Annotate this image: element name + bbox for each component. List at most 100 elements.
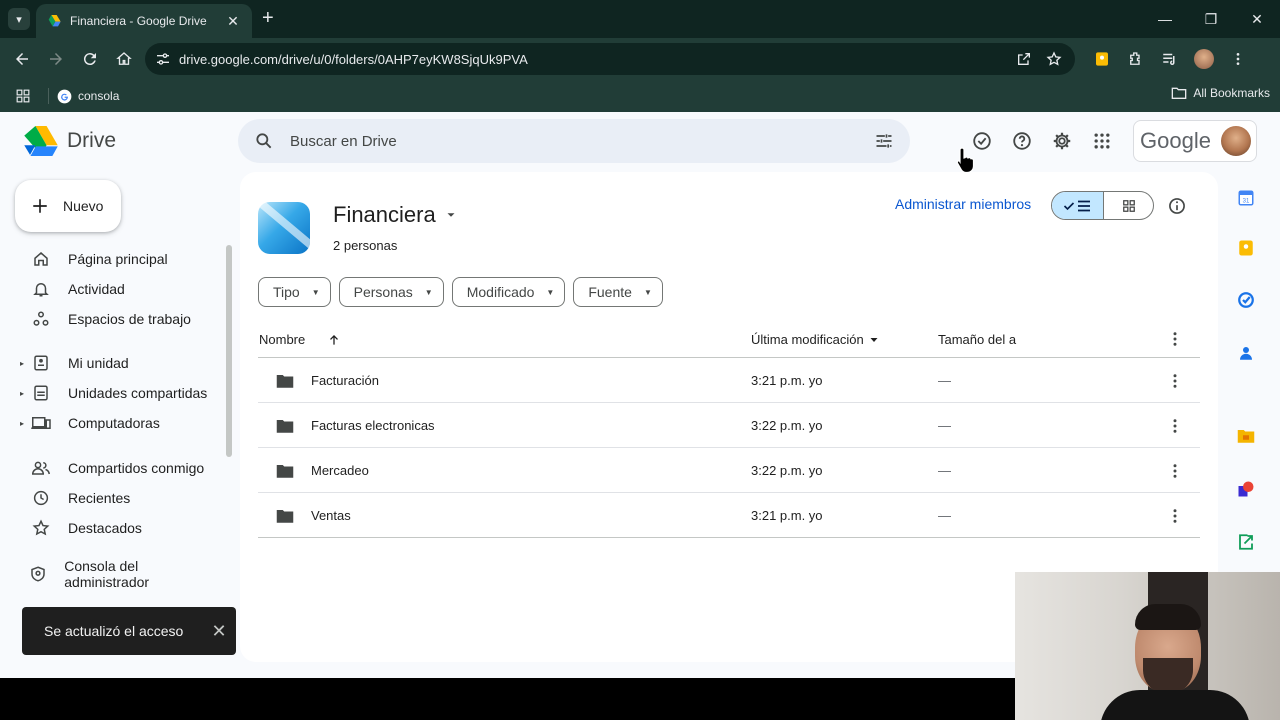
- extensions-icon[interactable]: [1119, 43, 1153, 75]
- minimize-icon[interactable]: —: [1142, 0, 1188, 38]
- filter-modified[interactable]: Modificado ▼: [451, 277, 566, 307]
- contacts-icon[interactable]: [1234, 341, 1258, 365]
- media-controls-icon[interactable]: [1153, 43, 1187, 75]
- table-row[interactable]: Facturación 3:21 p.m. yo —: [258, 358, 1200, 403]
- sidebar-item-label: Unidades compartidas: [68, 385, 208, 401]
- file-size: —: [938, 463, 951, 478]
- shared-drives-icon: [30, 384, 52, 402]
- row-more-icon[interactable]: [1167, 358, 1183, 403]
- shared-drive-badge: [258, 202, 310, 254]
- list-view-button[interactable]: [1052, 192, 1104, 219]
- file-modified: 3:21 p.m. yo: [751, 508, 823, 523]
- row-more-icon[interactable]: [1167, 493, 1183, 538]
- sidebar-item-my-drive[interactable]: ▸ Mi unidad: [20, 349, 220, 377]
- manage-members-link[interactable]: Administrar miembros: [895, 196, 1031, 212]
- column-options-icon[interactable]: [1167, 332, 1183, 346]
- webcam-person-hair: [1135, 604, 1201, 630]
- back-icon[interactable]: [6, 43, 38, 75]
- sidebar-item-label: Espacios de trabajo: [68, 311, 191, 327]
- folder-title-button[interactable]: Financiera: [333, 202, 458, 228]
- table-row[interactable]: Mercadeo 3:22 p.m. yo —: [258, 448, 1200, 493]
- row-more-icon[interactable]: [1167, 403, 1183, 448]
- filter-type[interactable]: Tipo ▼: [258, 277, 331, 307]
- browser-tab[interactable]: Financiera - Google Drive ✕: [36, 4, 252, 38]
- sidebar-scrollbar[interactable]: [226, 245, 232, 457]
- tab-search-button[interactable]: ▾: [8, 8, 30, 30]
- sort-arrow-up-icon[interactable]: [327, 333, 341, 347]
- sidebar-item-workspaces[interactable]: Espacios de trabajo: [20, 305, 220, 333]
- account-switcher[interactable]: Google: [1133, 120, 1257, 162]
- sidebar-item-computers[interactable]: ▸ Computadoras: [20, 409, 220, 437]
- column-modified[interactable]: Última modificación: [751, 332, 880, 347]
- sidebar-item-label: Recientes: [68, 490, 131, 506]
- addon-folder-icon[interactable]: [1234, 424, 1258, 448]
- addon-export-icon[interactable]: [1234, 530, 1258, 554]
- computer-icon: [30, 414, 52, 432]
- sidebar-item-starred[interactable]: Destacados: [20, 514, 220, 542]
- chrome-menu-icon[interactable]: [1221, 43, 1255, 75]
- site-info-icon[interactable]: [155, 51, 171, 67]
- bookmark-star-icon[interactable]: [1039, 51, 1069, 67]
- table-row[interactable]: Ventas 3:21 p.m. yo —: [258, 493, 1200, 538]
- sidebar-item-shared-with-me[interactable]: Compartidos conmigo: [20, 454, 220, 482]
- search-icon[interactable]: [254, 131, 274, 151]
- restore-icon[interactable]: ❐: [1188, 0, 1234, 38]
- search-bar[interactable]: Buscar en Drive: [238, 119, 910, 163]
- tab-close-icon[interactable]: ✕: [224, 13, 242, 30]
- account-avatar[interactable]: [1221, 126, 1251, 156]
- caret-down-icon: ▼: [311, 287, 320, 297]
- apps-grid-icon[interactable]: [6, 89, 40, 103]
- caret-down-icon: ▼: [546, 287, 555, 297]
- sidebar-item-activity[interactable]: Actividad: [20, 275, 220, 303]
- keep-extension-icon[interactable]: [1085, 43, 1119, 75]
- folder-outline-icon: [1171, 87, 1187, 99]
- google-apps-icon[interactable]: [1082, 121, 1122, 161]
- row-more-icon[interactable]: [1167, 448, 1183, 493]
- info-icon[interactable]: [1165, 194, 1189, 218]
- close-window-icon[interactable]: ✕: [1234, 0, 1280, 38]
- filter-people[interactable]: Personas ▼: [338, 277, 444, 307]
- drive-brand[interactable]: Drive: [24, 126, 116, 156]
- grid-view-button[interactable]: [1104, 192, 1153, 219]
- snackbar-close-icon[interactable]: ✕: [202, 621, 236, 642]
- column-name[interactable]: Nombre: [259, 332, 341, 347]
- sidebar-item-label: Mi unidad: [68, 355, 129, 371]
- forward-icon[interactable]: [40, 43, 72, 75]
- addon-shapes-icon[interactable]: [1234, 477, 1258, 501]
- expand-caret-icon[interactable]: ▸: [20, 389, 30, 398]
- reload-icon[interactable]: [74, 43, 106, 75]
- column-size[interactable]: Tamaño del a: [938, 332, 1016, 347]
- sidebar-item-shared-drives[interactable]: ▸ Unidades compartidas: [20, 379, 220, 407]
- new-button[interactable]: Nuevo: [15, 180, 121, 232]
- sidebar-item-recent[interactable]: Recientes: [20, 484, 220, 512]
- tasks-icon[interactable]: [1234, 288, 1258, 312]
- new-tab-icon[interactable]: +: [262, 8, 274, 28]
- files-table: Nombre Última modificación Tamaño del a: [258, 322, 1200, 538]
- expand-caret-icon[interactable]: ▸: [20, 419, 30, 428]
- filter-source[interactable]: Fuente ▼: [573, 277, 663, 307]
- filter-label: Modificado: [466, 284, 535, 300]
- bookmark-consola[interactable]: consola: [57, 89, 119, 104]
- workspaces-icon: [30, 310, 52, 328]
- help-icon[interactable]: [1002, 121, 1042, 161]
- address-bar[interactable]: drive.google.com/drive/u/0/folders/0AHP7…: [145, 43, 1075, 75]
- table-row[interactable]: Facturas electronicas 3:22 p.m. yo —: [258, 403, 1200, 448]
- settings-gear-icon[interactable]: [1042, 121, 1082, 161]
- admin-shield-icon: [27, 565, 48, 583]
- search-options-icon[interactable]: [874, 131, 894, 151]
- expand-caret-icon[interactable]: ▸: [20, 359, 30, 368]
- sidebar-item-admin-console[interactable]: Consola del administrador: [18, 558, 218, 590]
- column-name-label: Nombre: [259, 332, 306, 347]
- caret-down-icon: ▼: [643, 287, 652, 297]
- members-count[interactable]: 2 personas: [333, 238, 397, 253]
- keep-icon[interactable]: [1234, 236, 1258, 260]
- file-size: —: [938, 373, 951, 388]
- search-input[interactable]: Buscar en Drive: [290, 133, 874, 150]
- sidebar-item-home[interactable]: Página principal: [20, 245, 220, 273]
- filter-label: Tipo: [273, 284, 300, 300]
- all-bookmarks[interactable]: All Bookmarks: [1171, 86, 1270, 100]
- home-icon[interactable]: [108, 43, 140, 75]
- calendar-icon[interactable]: 31: [1234, 186, 1258, 210]
- open-in-app-icon[interactable]: [1009, 51, 1039, 67]
- profile-avatar[interactable]: [1187, 43, 1221, 75]
